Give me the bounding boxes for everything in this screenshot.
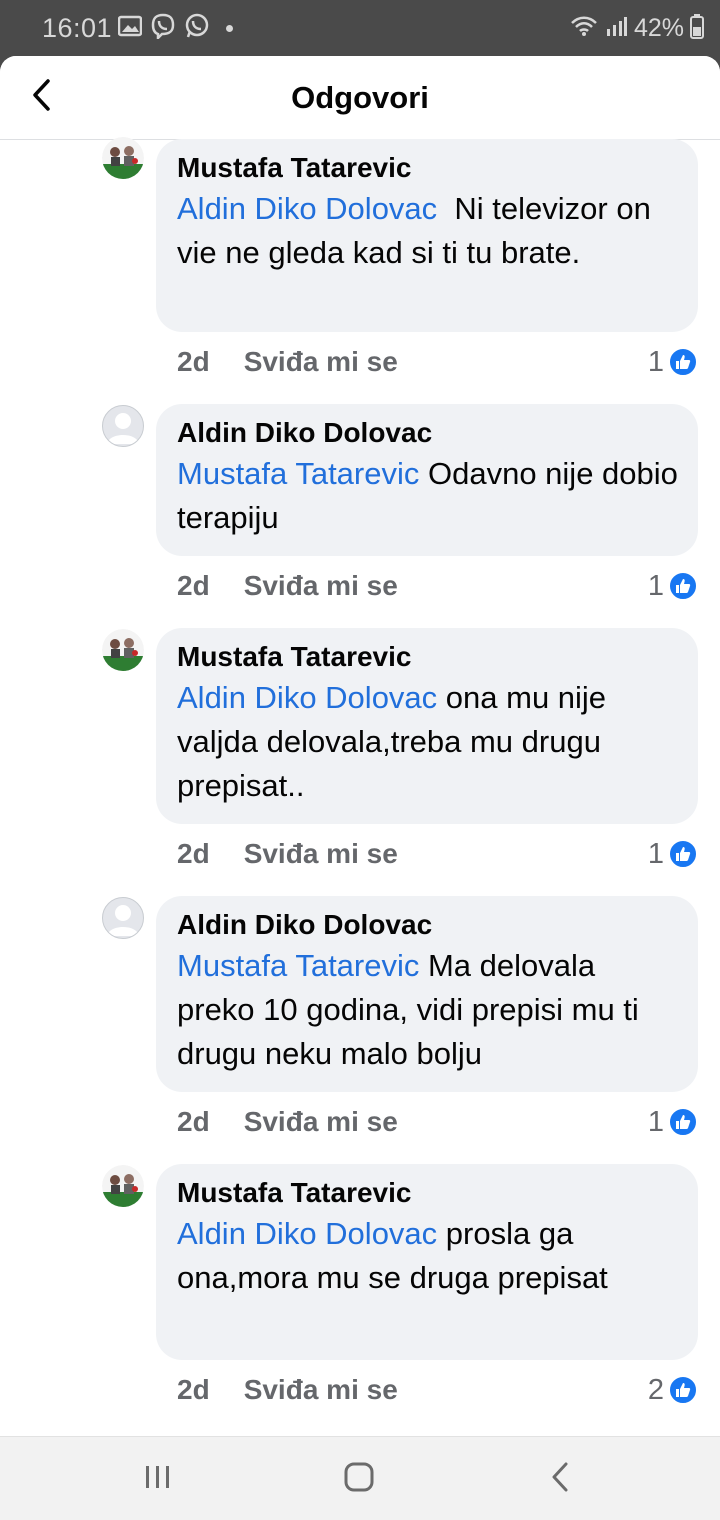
recent-apps-button[interactable] <box>128 1459 188 1499</box>
comment-time: 2d <box>177 1374 210 1405</box>
system-icons: 42% <box>570 13 704 44</box>
comment-author[interactable]: Mustafa Tatarevic <box>177 1176 678 1210</box>
page-title: Odgovori <box>291 80 429 115</box>
avatar[interactable] <box>102 897 144 939</box>
comment-text: Mustafa Tatarevic Ma delovala preko 10 g… <box>177 944 678 1076</box>
signal-icon <box>604 14 628 43</box>
comment-text: Aldin Diko Dolovac Ni televizor on vie n… <box>177 187 678 275</box>
header: Odgovori <box>0 56 720 140</box>
thumbs-up-icon <box>668 347 698 377</box>
mention-link[interactable]: Mustafa Tatarevic <box>177 948 419 983</box>
home-button[interactable] <box>329 1459 389 1499</box>
comment-bubble[interactable]: Aldin Diko Dolovac Mustafa Tatarevic Ma … <box>156 896 698 1092</box>
comment-text: Mustafa Tatarevic Odavno nije dobio tera… <box>177 452 678 540</box>
avatar[interactable] <box>102 405 144 447</box>
mention-link[interactable]: Aldin Diko Dolovac <box>177 680 437 715</box>
mention-link[interactable]: Mustafa Tatarevic <box>177 456 419 491</box>
comment-author[interactable]: Aldin Diko Dolovac <box>177 416 678 450</box>
avatar[interactable] <box>102 1165 144 1207</box>
comment-bubble[interactable]: Mustafa Tatarevic Aldin Diko Dolovac ona… <box>156 628 698 824</box>
image-icon <box>117 15 143 42</box>
comment-author[interactable]: Mustafa Tatarevic <box>177 640 678 674</box>
comment-time: 2d <box>177 346 210 377</box>
viber-icon <box>150 13 176 44</box>
reaction-count: 2 <box>647 1373 664 1406</box>
comment-actions: 2d Sviđa mi se 1 <box>177 1104 698 1140</box>
avatar[interactable] <box>102 629 144 671</box>
comment-actions: 2d Sviđa mi se 2 <box>177 1372 698 1408</box>
thumbs-up-icon <box>668 1375 698 1405</box>
like-button[interactable]: Sviđa mi se <box>244 838 398 870</box>
status-bar: 16:01 42% <box>0 0 720 56</box>
like-button[interactable]: Sviđa mi se <box>244 1106 398 1138</box>
comment-bubble[interactable]: Mustafa Tatarevic Aldin Diko Dolovac Ni … <box>156 139 698 332</box>
mention-link[interactable]: Aldin Diko Dolovac <box>177 1216 437 1251</box>
avatar[interactable] <box>102 137 144 179</box>
like-button[interactable]: Sviđa mi se <box>244 1374 398 1406</box>
like-button[interactable]: Sviđa mi se <box>244 346 398 378</box>
comment-bubble[interactable]: Mustafa Tatarevic Aldin Diko Dolovac pro… <box>156 1164 698 1360</box>
recent-apps-icon <box>143 1464 173 1495</box>
comment-bubble[interactable]: Aldin Diko Dolovac Mustafa Tatarevic Oda… <box>156 404 698 556</box>
back-icon <box>550 1461 570 1498</box>
reaction-summary[interactable]: 1 <box>648 1106 698 1139</box>
more-notifications-dot <box>226 25 233 32</box>
reaction-count: 1 <box>647 345 664 378</box>
comment-actions: 2d Sviđa mi se 1 <box>177 836 698 872</box>
replies-sheet: Odgovori Mustafa Tatarevic Aldin Diko Do… <box>0 56 720 1436</box>
reaction-summary[interactable]: 1 <box>648 570 698 603</box>
comment-author[interactable]: Mustafa Tatarevic <box>177 151 678 185</box>
reaction-summary[interactable]: 1 <box>648 838 698 871</box>
thumbs-up-icon <box>668 839 698 869</box>
comment-time: 2d <box>177 570 210 601</box>
home-icon <box>343 1461 375 1498</box>
whatsapp-icon <box>184 13 210 44</box>
notification-icons <box>117 13 233 44</box>
reaction-count: 1 <box>647 837 664 870</box>
nav-back-button[interactable] <box>530 1459 590 1499</box>
reaction-summary[interactable]: 2 <box>648 1374 698 1407</box>
status-time: 16:01 <box>42 13 113 43</box>
like-button[interactable]: Sviđa mi se <box>244 570 398 602</box>
comment-author[interactable]: Aldin Diko Dolovac <box>177 908 678 942</box>
system-nav-bar <box>0 1436 720 1520</box>
comment-text: Aldin Diko Dolovac ona mu nije valjda de… <box>177 676 678 808</box>
thumbs-up-icon <box>668 571 698 601</box>
comment-actions: 2d Sviđa mi se 1 <box>177 344 698 380</box>
battery-percent: 42% <box>633 14 684 42</box>
battery-icon <box>690 13 704 44</box>
comment-time: 2d <box>177 838 210 869</box>
comment-text: Aldin Diko Dolovac prosla ga ona,mora mu… <box>177 1212 678 1300</box>
thumbs-up-icon <box>668 1107 698 1137</box>
mention-link[interactable]: Aldin Diko Dolovac <box>177 191 437 226</box>
reaction-count: 1 <box>647 569 664 602</box>
reaction-summary[interactable]: 1 <box>648 346 698 379</box>
comment-actions: 2d Sviđa mi se 1 <box>177 568 698 604</box>
wifi-icon <box>570 14 598 43</box>
comment-time: 2d <box>177 1106 210 1137</box>
reaction-count: 1 <box>647 1105 664 1138</box>
